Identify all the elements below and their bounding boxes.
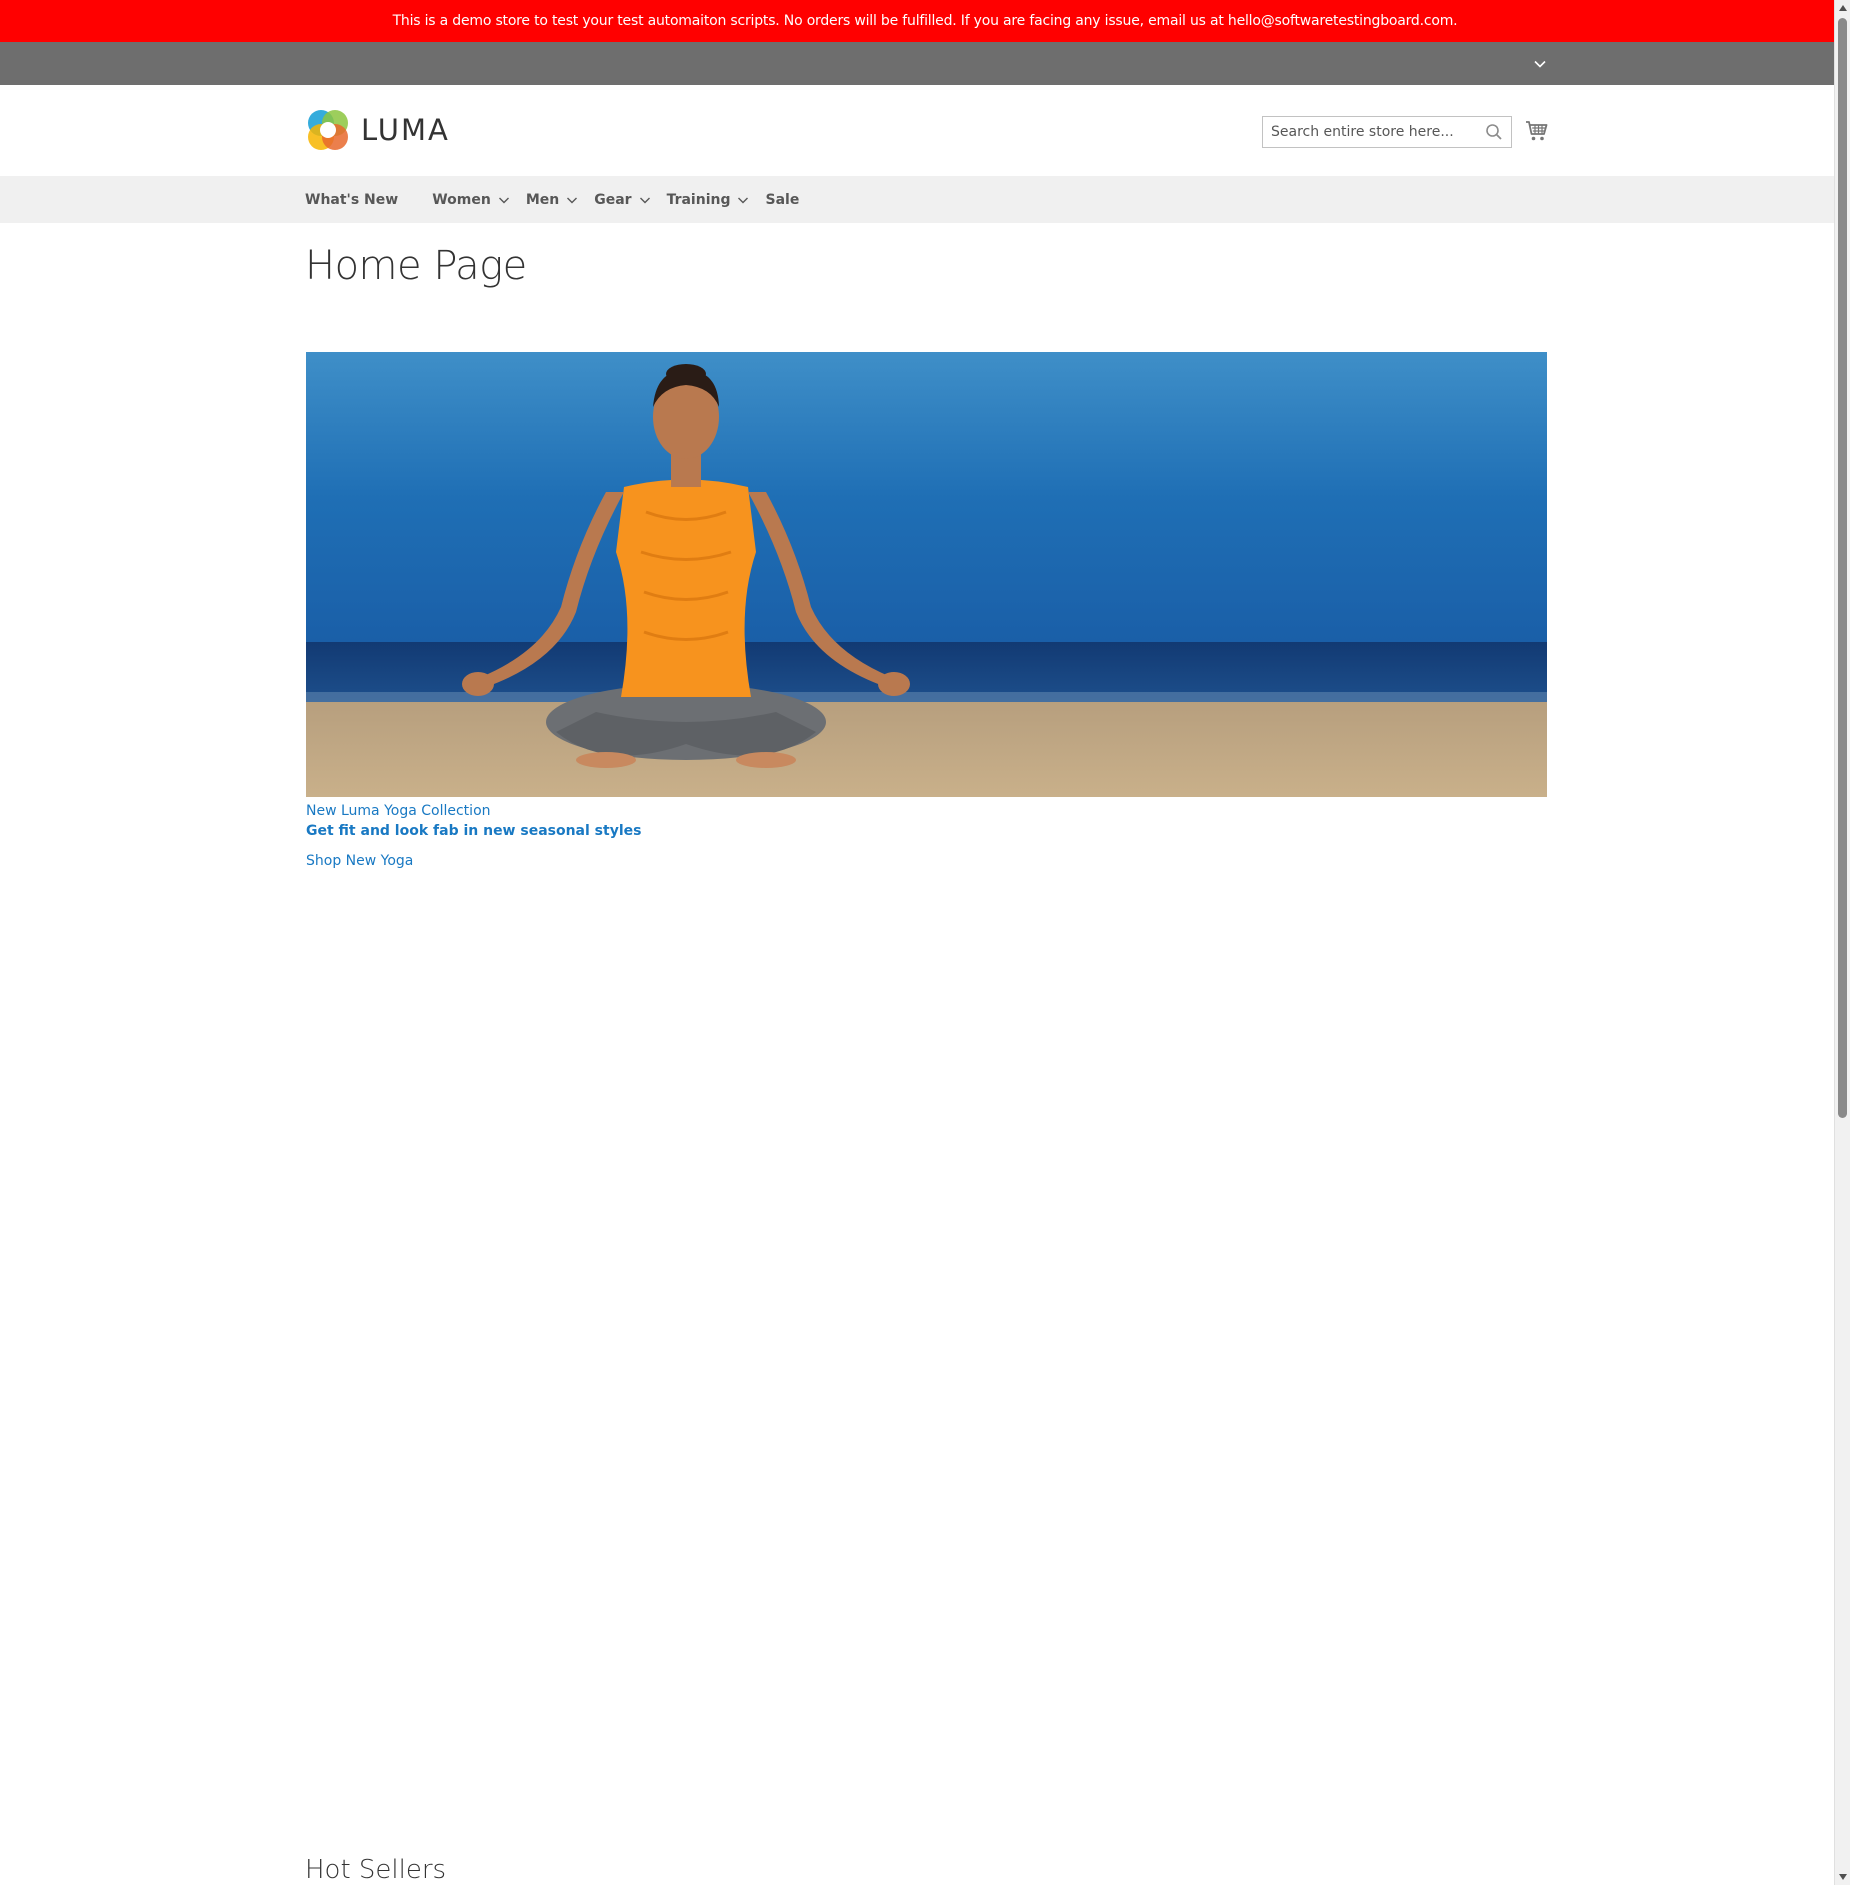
nav-item-sale[interactable]: Sale: [765, 192, 799, 208]
yoga-hero-image: [306, 352, 1547, 797]
page-scrollbar[interactable]: [1834, 0, 1850, 1885]
search-form: [1262, 116, 1512, 148]
chevron-down-icon: [567, 197, 578, 203]
nav-item-men[interactable]: Men: [526, 192, 578, 208]
chevron-down-icon: [738, 197, 749, 203]
nav-item-gear[interactable]: Gear: [594, 192, 650, 208]
nav-item-whats-new[interactable]: What's New: [305, 192, 398, 208]
chevron-down-icon: [1534, 60, 1546, 68]
scroll-down-arrow-icon[interactable]: [1835, 1869, 1850, 1885]
luma-logo-icon: [308, 110, 348, 150]
header-switcher-toggle[interactable]: [1530, 54, 1550, 74]
search-input[interactable]: [1271, 118, 1471, 146]
page: This is a demo store to test your test a…: [0, 0, 1850, 1885]
nav-item-label: Men: [525, 191, 560, 208]
chevron-down-icon: [498, 197, 509, 203]
nav-item-label: Women: [432, 191, 491, 208]
nav-item-label: What's New: [305, 191, 399, 208]
nav-item-label: Sale: [765, 191, 800, 208]
header-content: LUMA: [0, 85, 1850, 175]
logo-text: LUMA: [361, 113, 450, 147]
hero-title-link[interactable]: Get fit and look fab in new seasonal sty…: [306, 823, 641, 839]
search-icon[interactable]: [1485, 123, 1503, 141]
nav-item-training[interactable]: Training: [667, 192, 750, 208]
cart-icon[interactable]: [1525, 119, 1549, 143]
hot-sellers-title: Hot Sellers: [305, 1855, 447, 1885]
nav-item-women[interactable]: Women: [432, 192, 510, 208]
scroll-up-arrow-icon[interactable]: [1835, 0, 1850, 16]
page-title: Home Page: [305, 243, 527, 289]
main-navigation: What's New Women Men Gear Training Sale: [0, 176, 1850, 223]
hero-subtitle-link[interactable]: New Luma Yoga Collection: [306, 803, 491, 819]
shop-new-yoga-link[interactable]: Shop New Yoga: [306, 853, 413, 869]
nav-item-label: Training: [666, 191, 731, 208]
panel-header: [0, 42, 1850, 85]
hero-banner-image[interactable]: [306, 352, 1547, 797]
nav-item-label: Gear: [594, 191, 632, 208]
store-logo[interactable]: LUMA: [305, 107, 450, 153]
demo-notice-text: This is a demo store to test your test a…: [392, 13, 1458, 29]
demo-notice-banner: This is a demo store to test your test a…: [0, 0, 1850, 42]
chevron-down-icon: [639, 197, 650, 203]
scrollbar-thumb[interactable]: [1838, 18, 1847, 1118]
